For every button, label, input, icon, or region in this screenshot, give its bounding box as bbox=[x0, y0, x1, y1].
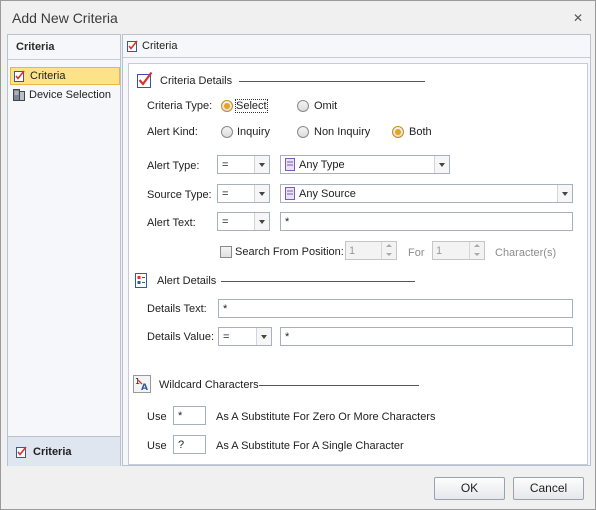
wildcard-characters-title: Wildcard Characters bbox=[159, 379, 259, 391]
alert-text-label: Alert Text: bbox=[147, 217, 196, 229]
details-text-label: Details Text: bbox=[147, 303, 207, 315]
alert-kind-inquiry-label[interactable]: Inquiry bbox=[237, 126, 270, 138]
sidebar-bottom-label: Criteria bbox=[33, 446, 72, 458]
wildcard-single-char-value: ? bbox=[178, 439, 185, 451]
alert-kind-non-inquiry-label[interactable]: Non Inquiry bbox=[314, 126, 370, 138]
cancel-button[interactable]: Cancel bbox=[513, 477, 584, 500]
device-icon bbox=[13, 89, 25, 101]
sidebar-header: Criteria bbox=[8, 35, 120, 60]
criteria-type-omit-radio[interactable] bbox=[297, 100, 309, 112]
wildcard-use-label: Use bbox=[147, 440, 167, 452]
criteria-icon bbox=[127, 40, 138, 52]
search-from-position-label: Search From Position: bbox=[235, 246, 344, 258]
criteria-type-label: Criteria Type: bbox=[147, 100, 213, 112]
dialog-title: Add New Criteria bbox=[12, 10, 118, 26]
source-type-operator-value: = bbox=[222, 188, 229, 200]
wildcard-single-char-desc: As A Substitute For A Single Character bbox=[216, 440, 404, 452]
alert-kind-non-inquiry-radio[interactable] bbox=[297, 126, 309, 138]
alert-type-icon bbox=[285, 158, 295, 171]
search-from-position-checkbox[interactable] bbox=[220, 246, 232, 258]
chevron-down-icon[interactable] bbox=[434, 156, 449, 173]
stepper-buttons[interactable] bbox=[381, 242, 396, 259]
criteria-details-header: Criteria Details bbox=[136, 71, 586, 91]
wildcard-single-char-input[interactable]: ? bbox=[173, 435, 206, 454]
criteria-details-icon bbox=[137, 71, 153, 88]
search-from-value: 1 bbox=[349, 245, 356, 257]
alert-details-title: Alert Details bbox=[157, 275, 217, 287]
alert-type-operator-value: = bbox=[222, 159, 229, 171]
sidebar-title: Criteria bbox=[16, 41, 55, 53]
alert-kind-both-label[interactable]: Both bbox=[409, 126, 432, 138]
characters-suffix-label: Character(s) bbox=[495, 247, 557, 259]
sidebar-item-label: Criteria bbox=[30, 70, 66, 82]
criteria-type-omit-label[interactable]: Omit bbox=[314, 100, 337, 112]
chevron-down-icon[interactable] bbox=[557, 185, 572, 202]
alert-details-icon bbox=[135, 273, 147, 288]
alert-details-header: Alert Details bbox=[133, 271, 583, 291]
details-value-input[interactable]: * bbox=[280, 327, 573, 346]
criteria-icon bbox=[14, 70, 25, 82]
sidebar: Criteria Criteria Device Selection Crite… bbox=[7, 34, 121, 466]
section-divider bbox=[259, 385, 419, 386]
criteria-icon bbox=[16, 446, 27, 458]
stepper-buttons[interactable] bbox=[469, 242, 484, 259]
title-bar: Add New Criteria ✕ bbox=[1, 1, 595, 34]
details-value-value: * bbox=[285, 331, 290, 343]
search-for-value: 1 bbox=[436, 245, 443, 257]
alert-text-value: * bbox=[285, 216, 290, 228]
dialog-window: Add New Criteria ✕ Criteria Criteria Dev… bbox=[0, 0, 596, 510]
chevron-down-icon[interactable] bbox=[254, 185, 269, 202]
alert-kind-both-radio[interactable] bbox=[392, 126, 404, 138]
search-for-label: For bbox=[408, 247, 425, 259]
source-type-value: Any Source bbox=[299, 188, 356, 200]
source-type-icon bbox=[285, 187, 295, 200]
alert-type-select[interactable]: Any Type bbox=[280, 155, 450, 174]
chevron-down-icon[interactable] bbox=[254, 213, 269, 230]
ok-button[interactable]: OK bbox=[434, 477, 505, 500]
details-value-label: Details Value: bbox=[147, 331, 215, 343]
wildcard-icon: 1 A bbox=[133, 375, 151, 393]
sidebar-item-device-selection[interactable]: Device Selection bbox=[10, 87, 120, 105]
source-type-label: Source Type: bbox=[147, 189, 212, 201]
criteria-panel: Criteria Details Criteria Type: Select O… bbox=[128, 63, 588, 465]
wildcard-use-label: Use bbox=[147, 411, 167, 423]
alert-type-value: Any Type bbox=[299, 159, 345, 171]
sidebar-bottom-tab-criteria[interactable]: Criteria bbox=[8, 436, 120, 466]
wildcard-multi-char-value: * bbox=[178, 410, 183, 422]
source-type-select[interactable]: Any Source bbox=[280, 184, 573, 203]
sidebar-item-criteria[interactable]: Criteria bbox=[10, 67, 120, 85]
wildcard-multi-char-input[interactable]: * bbox=[173, 406, 206, 425]
main-header: Criteria bbox=[123, 35, 590, 58]
wildcard-multi-char-desc: As A Substitute For Zero Or More Charact… bbox=[216, 411, 436, 423]
chevron-down-icon[interactable] bbox=[254, 156, 269, 173]
alert-text-input[interactable]: * bbox=[280, 212, 573, 231]
search-from-position-stepper[interactable]: 1 bbox=[345, 241, 397, 260]
alert-type-label: Alert Type: bbox=[147, 160, 200, 172]
chevron-down-icon[interactable] bbox=[256, 328, 271, 345]
alert-type-operator-select[interactable]: = bbox=[217, 155, 270, 174]
main-pane: Criteria Criteria Details Criteria Type:… bbox=[122, 34, 591, 466]
criteria-type-select-label[interactable]: Select bbox=[235, 99, 268, 113]
alert-text-operator-select[interactable]: = bbox=[217, 212, 270, 231]
criteria-details-title: Criteria Details bbox=[160, 75, 233, 87]
section-divider bbox=[221, 281, 415, 282]
alert-kind-inquiry-radio[interactable] bbox=[221, 126, 233, 138]
criteria-type-select-radio[interactable] bbox=[221, 100, 233, 112]
details-value-operator-value: = bbox=[223, 331, 230, 343]
wildcard-characters-header: 1 A Wildcard Characters bbox=[133, 375, 583, 395]
source-type-operator-select[interactable]: = bbox=[217, 184, 270, 203]
svg-text:A: A bbox=[141, 383, 148, 393]
alert-text-operator-value: = bbox=[222, 216, 229, 228]
main-header-title: Criteria bbox=[142, 40, 178, 52]
close-icon[interactable]: ✕ bbox=[571, 11, 585, 25]
alert-kind-label: Alert Kind: bbox=[147, 126, 198, 138]
details-text-value: * bbox=[223, 303, 228, 315]
details-text-input[interactable]: * bbox=[218, 299, 573, 318]
section-divider bbox=[239, 81, 425, 82]
details-value-operator-select[interactable]: = bbox=[218, 327, 272, 346]
sidebar-item-label: Device Selection bbox=[29, 89, 111, 101]
search-for-stepper[interactable]: 1 bbox=[432, 241, 485, 260]
